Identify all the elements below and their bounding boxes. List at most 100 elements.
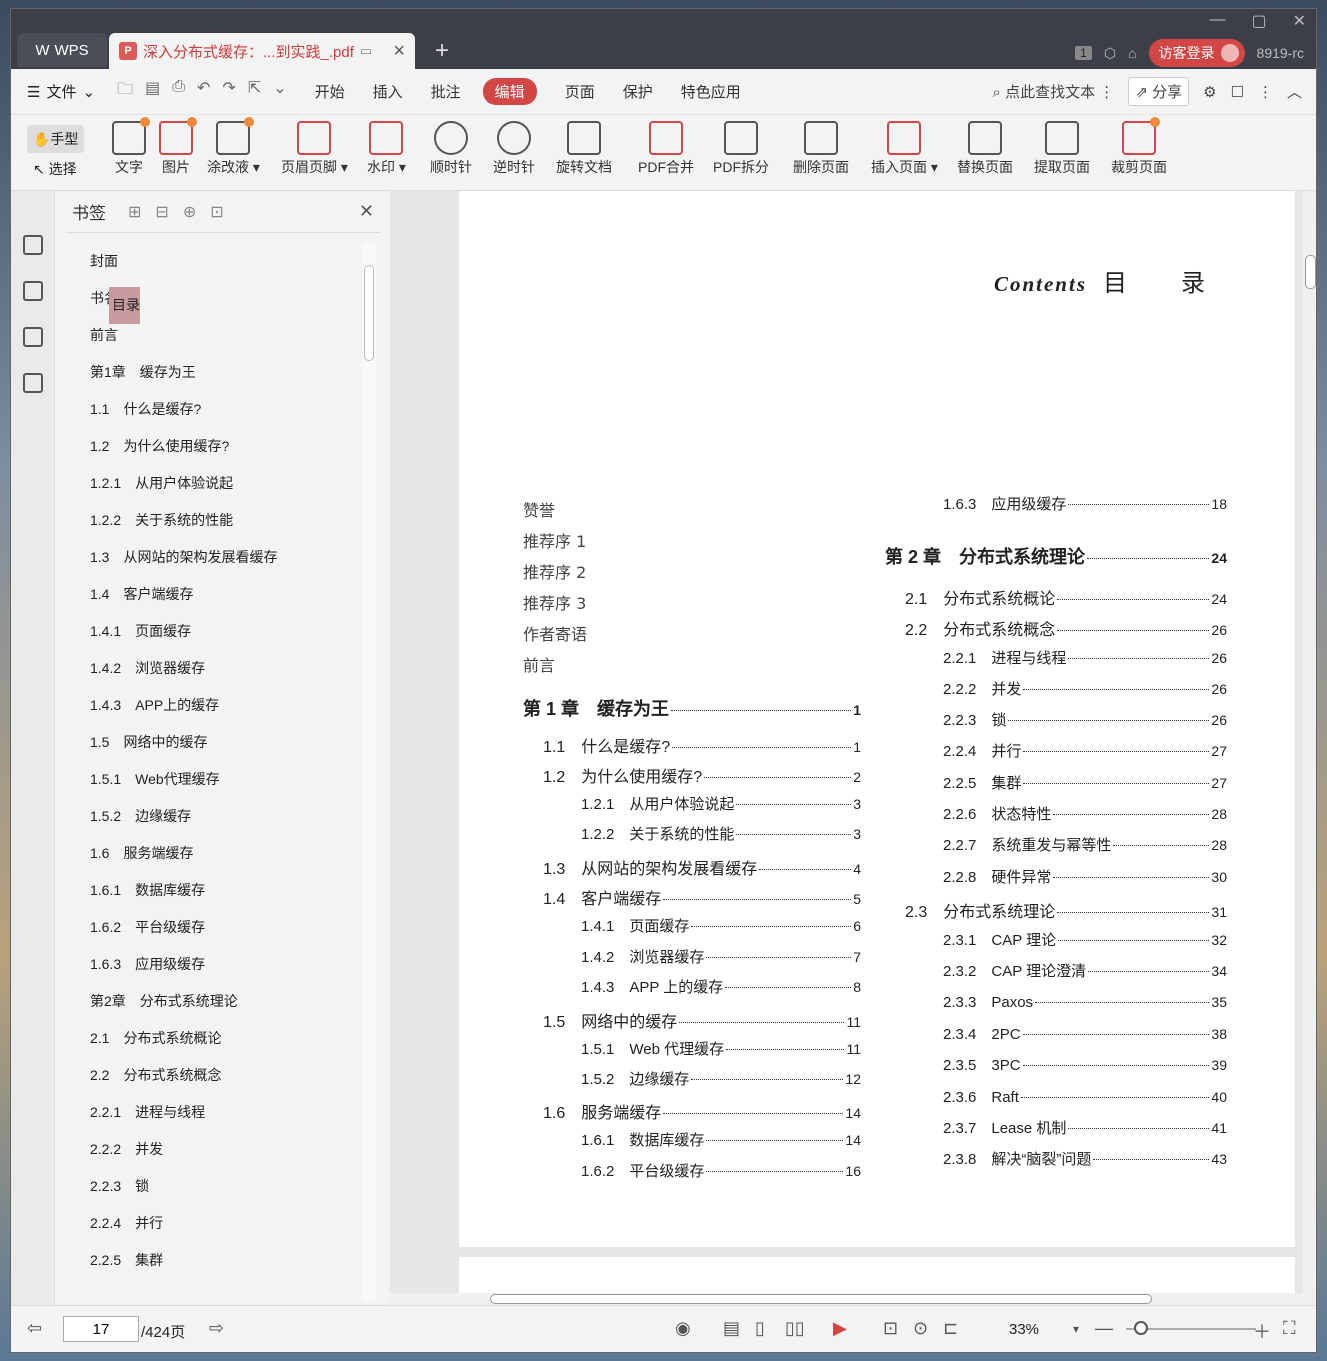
bookmark-item[interactable]: 1.4.2 浏览器缓存: [87, 650, 361, 687]
bookmark-item[interactable]: 1.6 服务端缓存: [87, 835, 361, 872]
document-tab[interactable]: P 深入分布式缓存：...到实践_.pdf ▭ ×: [109, 33, 415, 69]
horizontal-scroll-thumb[interactable]: [490, 1294, 1152, 1304]
menu-start[interactable]: 开始: [315, 81, 345, 102]
bookmark-item[interactable]: 2.2 分布式系统概念: [87, 1057, 361, 1094]
whiteout-tool-button[interactable]: 涂改液 ▾: [207, 117, 260, 177]
bookmark-item[interactable]: 1.2.1 从用户体验说起: [87, 465, 361, 502]
cloud-icon[interactable]: ⬡: [1104, 45, 1116, 62]
bookmark-item[interactable]: 1.4.3 APP上的缓存: [87, 687, 361, 724]
play-icon[interactable]: ▶: [833, 1318, 847, 1339]
vertical-scrollbar[interactable]: [1303, 191, 1316, 1293]
bookmark-item[interactable]: 2.2.5 集群: [87, 1242, 361, 1279]
undo-icon[interactable]: ↶: [197, 78, 210, 105]
double-page-icon[interactable]: ▯▯: [785, 1318, 805, 1339]
print-icon[interactable]: ⎙: [172, 78, 185, 105]
pdf-merge-button[interactable]: PDF合并: [638, 121, 694, 177]
bookmark-item[interactable]: 1.6.3 应用级缓存: [87, 946, 361, 983]
gear-icon[interactable]: ⚙: [1203, 83, 1216, 101]
menu-insert[interactable]: 插入: [373, 81, 403, 102]
bookmark-item[interactable]: 1.6.2 平台级缓存: [87, 909, 361, 946]
monitor-icon[interactable]: ▭: [360, 43, 372, 59]
bookmark-item[interactable]: 1.5.2 边缘缓存: [87, 798, 361, 835]
bookmark-item[interactable]: 第2章 分布式系统理论: [87, 983, 361, 1020]
bookmark-scrollbar[interactable]: [362, 243, 376, 1301]
close-tab-icon[interactable]: ×: [393, 40, 405, 63]
minimize-icon[interactable]: —: [1209, 11, 1225, 31]
more-icon[interactable]: ⌄: [273, 78, 286, 105]
share-button[interactable]: ⇗ 分享: [1128, 77, 1190, 106]
bookmark-item[interactable]: 第1章 缓存为王: [87, 354, 361, 391]
maximize-icon[interactable]: ▢: [1251, 11, 1266, 31]
bookmark-item[interactable]: 2.1 分布式系统概论: [87, 1020, 361, 1057]
bookmark-item[interactable]: 1.1 什么是缓存?: [87, 391, 361, 428]
bookmark-item[interactable]: 1.4 客户端缓存: [87, 576, 361, 613]
rotate-cw-button[interactable]: 顺时针: [430, 121, 472, 177]
export-icon[interactable]: ⇱: [248, 78, 261, 105]
bookmark-item[interactable]: 1.4.1 页面缓存: [87, 613, 361, 650]
new-tab-button[interactable]: +: [435, 37, 449, 65]
select-tool-button[interactable]: ↖ 选择: [33, 159, 77, 179]
menu-special[interactable]: 特色应用: [681, 81, 741, 102]
menu-comment[interactable]: 批注: [431, 81, 461, 102]
single-page-icon[interactable]: ▯: [755, 1318, 765, 1339]
thumbnail-icon[interactable]: [22, 281, 43, 301]
zoom-slider-knob[interactable]: [1134, 1321, 1148, 1335]
bookmark-item[interactable]: 目录: [109, 287, 140, 324]
skin-icon[interactable]: ⌂: [1128, 45, 1136, 61]
header-footer-button[interactable]: 页眉页脚 ▾: [281, 121, 348, 177]
fit-width-icon[interactable]: ⊏: [943, 1318, 958, 1339]
actual-size-icon[interactable]: ⊡: [883, 1318, 898, 1339]
rotate-ccw-button[interactable]: 逆时针: [493, 121, 535, 177]
bookmark-item[interactable]: 2.2.3 锁: [87, 1168, 361, 1205]
close-window-icon[interactable]: ✕: [1293, 11, 1306, 31]
bookmark-scroll-thumb[interactable]: [364, 265, 374, 361]
insert-page-button[interactable]: 插入页面 ▾: [871, 121, 938, 177]
fullscreen-icon[interactable]: ⛶: [1283, 1318, 1296, 1339]
crop-page-button[interactable]: 裁剪页面: [1111, 117, 1167, 177]
window-count-badge[interactable]: 1: [1075, 46, 1092, 60]
comment-icon[interactable]: ☐: [1231, 83, 1244, 101]
continuous-view-icon[interactable]: ▤: [723, 1318, 740, 1339]
wps-home-tab[interactable]: W WPS: [17, 33, 107, 67]
zoom-in-icon[interactable]: ＋: [1253, 1318, 1271, 1344]
rotate-document-button[interactable]: 旋转文档: [556, 121, 612, 177]
save-icon[interactable]: ▤: [145, 78, 160, 105]
zoom-out-icon[interactable]: —: [1095, 1318, 1113, 1339]
extract-page-button[interactable]: 提取页面: [1034, 121, 1090, 177]
prev-page-icon[interactable]: ⇦: [27, 1318, 42, 1339]
fit-page-icon[interactable]: ⊙: [913, 1318, 928, 1339]
file-menu[interactable]: ☰ 文件 ⌄: [27, 81, 95, 102]
collapse-all-icon[interactable]: ⊟: [155, 202, 168, 222]
hand-tool-button[interactable]: ✋手型: [27, 125, 85, 153]
outline-icon[interactable]: [22, 235, 43, 255]
text-tool-button[interactable]: 文字: [112, 117, 150, 177]
replace-page-button[interactable]: 替换页面: [957, 121, 1013, 177]
login-button[interactable]: 访客登录: [1148, 39, 1245, 67]
image-tool-button[interactable]: 图片: [159, 117, 197, 177]
bookmark-icon[interactable]: ⊡: [210, 202, 223, 222]
bookmark-item[interactable]: 1.5.1 Web代理缓存: [87, 761, 361, 798]
menu-page[interactable]: 页面: [565, 81, 595, 102]
annotation-icon[interactable]: [22, 327, 43, 347]
horizontal-scrollbar[interactable]: [390, 1293, 1316, 1305]
pdf-split-button[interactable]: PDF拆分: [713, 121, 769, 177]
bookmark-item[interactable]: 1.5 网络中的缓存: [87, 724, 361, 761]
add-bookmark-icon[interactable]: ⊕: [183, 202, 196, 222]
signature-icon[interactable]: [22, 373, 43, 393]
eye-icon[interactable]: ◉: [675, 1318, 691, 1339]
vertical-scroll-thumb[interactable]: [1305, 255, 1316, 289]
close-panel-icon[interactable]: ✕: [359, 201, 374, 222]
bookmark-item[interactable]: 2.2.2 并发: [87, 1131, 361, 1168]
next-page-icon[interactable]: ⇨: [209, 1318, 224, 1339]
delete-page-button[interactable]: 删除页面: [793, 121, 849, 177]
redo-icon[interactable]: ↷: [222, 78, 235, 105]
bookmark-item[interactable]: 1.3 从网站的架构发展看缓存: [87, 539, 361, 576]
page-number-input[interactable]: [63, 1316, 139, 1342]
zoom-dropdown-icon[interactable]: ▾: [1073, 1322, 1079, 1336]
bookmark-item[interactable]: 1.6.1 数据库缓存: [87, 872, 361, 909]
bookmark-item[interactable]: 1.2.2 关于系统的性能: [87, 502, 361, 539]
menu-edit[interactable]: 编辑: [482, 78, 537, 105]
collapse-icon[interactable]: ︿: [1287, 81, 1302, 102]
expand-all-icon[interactable]: ⊞: [128, 202, 141, 222]
more-vert-icon[interactable]: ⋮: [1258, 83, 1273, 101]
